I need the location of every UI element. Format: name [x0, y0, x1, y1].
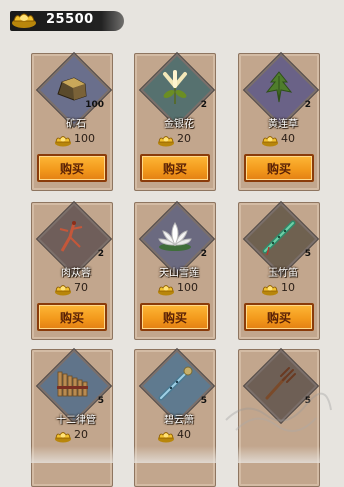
buy-button[interactable]: 购买: [37, 154, 107, 182]
item-icon-frame[interactable]: 100 矿石: [36, 53, 111, 130]
shop-item-card: 5 玉竹笛 10 购买: [238, 202, 320, 340]
item-price: 20: [74, 428, 88, 441]
price-row: 100: [32, 130, 112, 148]
item-icon-frame[interactable]: 2 天山雪莲: [139, 202, 214, 279]
shop-item-card: 2 肉苁蓉 70 购买: [31, 202, 113, 340]
buy-button[interactable]: 购买: [140, 154, 210, 182]
shop-item-card: 2 金银花 20 购买: [134, 53, 216, 191]
pitchfork-icon: [259, 364, 299, 404]
gold-ingot-icon: [261, 132, 279, 147]
shop-item-card: 100 矿石 100 购买: [31, 53, 113, 191]
item-quantity: 100: [85, 100, 104, 110]
item-name: 矿石: [66, 119, 86, 130]
item-name: 十二律管: [56, 415, 96, 426]
cistanche-icon: [52, 217, 92, 257]
buy-button[interactable]: 购买: [140, 303, 210, 331]
item-name: 黄连草: [268, 119, 298, 130]
item-name: 天山雪莲: [159, 268, 199, 279]
item-name: 肉苁蓉: [61, 268, 91, 279]
item-icon-frame[interactable]: 2 肉苁蓉: [36, 202, 111, 279]
gold-ingot-icon: [261, 281, 279, 296]
shop-item-card: 2 天山雪莲 100 购买: [134, 202, 216, 340]
item-name: 碧云箫: [164, 415, 194, 426]
item-icon-frame[interactable]: 2 金银花: [139, 53, 214, 130]
item-quantity: 5: [200, 396, 207, 406]
price-row: 20: [32, 426, 112, 444]
price-row: 100: [135, 279, 215, 297]
gold-ingot-icon: [157, 428, 175, 443]
gold-ingot-icon: [157, 132, 175, 147]
gold-ingot-icon: [54, 132, 72, 147]
item-icon-frame[interactable]: 5 碧云箫: [139, 349, 214, 426]
buy-button[interactable]: 购买: [244, 154, 314, 182]
item-icon-frame[interactable]: 5: [243, 349, 318, 426]
item-price: 40: [281, 132, 295, 145]
item-name: 金银花: [164, 119, 194, 130]
item-quantity: 5: [304, 249, 311, 259]
item-quantity: 2: [200, 249, 207, 259]
price-row: 40: [135, 426, 215, 444]
honeysuckle-icon: [155, 68, 195, 108]
price-row: 10: [239, 279, 319, 297]
item-name: 玉竹笛: [268, 268, 298, 279]
item-quantity: 2: [200, 100, 207, 110]
shop-item-card: 5 十二律管 20: [31, 349, 113, 487]
price-row: 40: [239, 130, 319, 148]
buy-button[interactable]: 购买: [244, 303, 314, 331]
shop-item-card: 2 黄连草 40 购买: [238, 53, 320, 191]
gold-ingot-icon: [54, 281, 72, 296]
item-price: 100: [177, 281, 198, 294]
xiao-flute-icon: [155, 364, 195, 404]
item-icon-frame[interactable]: 2 黄连草: [243, 53, 318, 130]
gold-ingot-icon: [54, 428, 72, 443]
buy-button[interactable]: 购买: [37, 303, 107, 331]
item-icon-frame[interactable]: 5 玉竹笛: [243, 202, 318, 279]
item-quantity: 5: [97, 396, 104, 406]
item-price: 20: [177, 132, 191, 145]
gold-ingot-icon: [157, 281, 175, 296]
shop-item-grid: 100 矿石 100 购买 2 金银花 20 购买 2 黄连草 40 购买 2 肉苁蓉 70 购买 2 天山雪莲 1…: [0, 0, 344, 487]
price-row: 20: [135, 130, 215, 148]
bottom-fade: [0, 446, 344, 463]
jade-flute-icon: [259, 217, 299, 257]
item-price: 100: [74, 132, 95, 145]
item-price: 10: [281, 281, 295, 294]
item-price: 40: [177, 428, 191, 441]
snow-lotus-icon: [155, 217, 195, 257]
coptis-herb-icon: [259, 68, 299, 108]
item-quantity: 2: [304, 100, 311, 110]
item-quantity: 2: [97, 249, 104, 259]
panpipe-icon: [52, 364, 92, 404]
shop-item-card: 5 碧云箫 40: [134, 349, 216, 487]
item-quantity: 5: [304, 396, 311, 406]
price-row: 70: [32, 279, 112, 297]
shop-item-card: 5: [238, 349, 320, 487]
item-icon-frame[interactable]: 5 十二律管: [36, 349, 111, 426]
item-price: 70: [74, 281, 88, 294]
